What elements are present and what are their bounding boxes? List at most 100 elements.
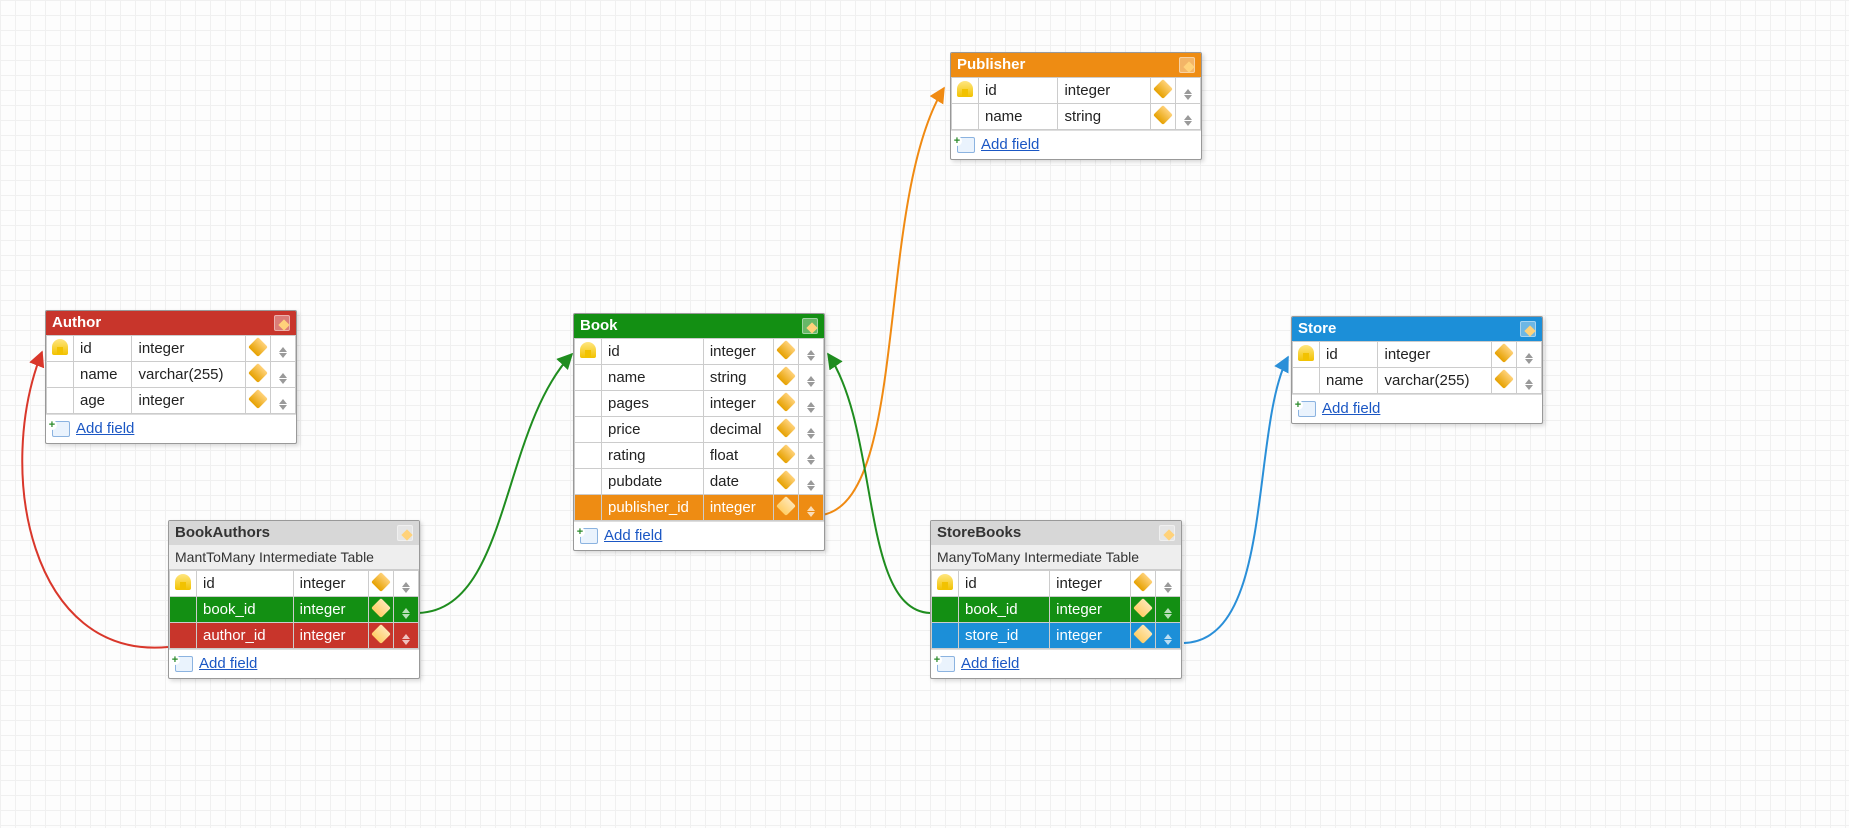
field-name: name (1320, 368, 1378, 394)
edit-table-button[interactable] (274, 315, 290, 331)
table-storebooks[interactable]: StoreBooksManyToMany Intermediate Tablei… (930, 520, 1182, 679)
field-reorder-handle[interactable] (799, 443, 824, 469)
table-book[interactable]: Bookidintegernamestringpagesintegerprice… (573, 313, 825, 551)
add-field-icon (937, 656, 955, 672)
table-store[interactable]: Storeidintegernamevarchar(255) Add field (1291, 316, 1543, 424)
field-row[interactable]: idinteger (170, 571, 419, 597)
field-edit-button[interactable] (1131, 623, 1156, 649)
add-field-icon (52, 421, 70, 437)
field-edit-button[interactable] (369, 623, 394, 649)
field-row[interactable]: ratingfloat (575, 443, 824, 469)
field-key-cell (575, 365, 602, 391)
add-field-link[interactable]: Add field (76, 420, 134, 437)
field-row[interactable]: pubdatedate (575, 469, 824, 495)
table-titlebar[interactable]: BookAuthors (169, 521, 419, 545)
field-row[interactable]: ageinteger (47, 388, 296, 414)
field-key-cell (170, 597, 197, 623)
table-titlebar[interactable]: Store (1292, 317, 1542, 341)
field-reorder-handle[interactable] (1176, 104, 1201, 130)
field-row[interactable]: book_idinteger (170, 597, 419, 623)
table-titlebar[interactable]: Book (574, 314, 824, 338)
field-row[interactable]: store_idinteger (932, 623, 1181, 649)
field-reorder-handle[interactable] (1517, 368, 1542, 394)
field-edit-button[interactable] (1131, 597, 1156, 623)
field-type: integer (132, 336, 246, 362)
table-publisher[interactable]: Publisheridintegernamestring Add field (950, 52, 1202, 160)
field-reorder-handle[interactable] (799, 339, 824, 365)
add-field-link[interactable]: Add field (981, 136, 1039, 153)
field-row[interactable]: idinteger (575, 339, 824, 365)
field-row[interactable]: idinteger (932, 571, 1181, 597)
pencil-icon (1133, 598, 1153, 618)
field-reorder-handle[interactable] (394, 571, 419, 597)
field-edit-button[interactable] (774, 495, 799, 521)
field-reorder-handle[interactable] (1156, 571, 1181, 597)
pencil-icon (1153, 105, 1173, 125)
field-reorder-handle[interactable] (799, 417, 824, 443)
add-field-link[interactable]: Add field (1322, 400, 1380, 417)
field-edit-button[interactable] (1492, 342, 1517, 368)
edit-table-button[interactable] (802, 318, 818, 334)
field-reorder-handle[interactable] (394, 623, 419, 649)
field-reorder-handle[interactable] (799, 391, 824, 417)
edit-table-button[interactable] (1179, 57, 1195, 73)
field-edit-button[interactable] (1492, 368, 1517, 394)
field-reorder-handle[interactable] (1156, 623, 1181, 649)
field-row[interactable]: idinteger (1293, 342, 1542, 368)
field-row[interactable]: idinteger (47, 336, 296, 362)
field-edit-button[interactable] (1131, 571, 1156, 597)
field-reorder-handle[interactable] (1517, 342, 1542, 368)
field-reorder-handle[interactable] (799, 469, 824, 495)
field-reorder-handle[interactable] (271, 362, 296, 388)
field-edit-button[interactable] (774, 443, 799, 469)
field-reorder-handle[interactable] (394, 597, 419, 623)
field-edit-button[interactable] (774, 469, 799, 495)
field-row[interactable]: namevarchar(255) (47, 362, 296, 388)
field-edit-button[interactable] (369, 597, 394, 623)
table-author[interactable]: Authoridintegernamevarchar(255)ageintege… (45, 310, 297, 444)
field-edit-button[interactable] (774, 417, 799, 443)
field-edit-button[interactable] (1151, 104, 1176, 130)
field-row[interactable]: author_idinteger (170, 623, 419, 649)
field-type: integer (703, 495, 773, 521)
field-row[interactable]: publisher_idinteger (575, 495, 824, 521)
erd-canvas[interactable]: { "add_field_label": "Add field", "color… (0, 0, 1849, 828)
add-field-link[interactable]: Add field (199, 655, 257, 672)
field-reorder-handle[interactable] (1176, 78, 1201, 104)
field-edit-button[interactable] (1151, 78, 1176, 104)
table-titlebar[interactable]: Author (46, 311, 296, 335)
field-row[interactable]: namestring (952, 104, 1201, 130)
field-edit-button[interactable] (369, 571, 394, 597)
field-edit-button[interactable] (774, 339, 799, 365)
field-row[interactable]: pagesinteger (575, 391, 824, 417)
edit-table-button[interactable] (397, 525, 413, 541)
field-reorder-handle[interactable] (799, 495, 824, 521)
table-titlebar[interactable]: StoreBooks (931, 521, 1181, 545)
field-reorder-handle[interactable] (1156, 597, 1181, 623)
field-reorder-handle[interactable] (799, 365, 824, 391)
sort-icon (1525, 379, 1533, 390)
field-type: integer (293, 623, 368, 649)
field-row[interactable]: namestring (575, 365, 824, 391)
field-edit-button[interactable] (774, 365, 799, 391)
sort-icon (807, 376, 815, 387)
field-reorder-handle[interactable] (271, 388, 296, 414)
edit-icon (1159, 525, 1175, 541)
field-row[interactable]: idinteger (952, 78, 1201, 104)
edit-table-button[interactable] (1520, 321, 1536, 337)
field-edit-button[interactable] (246, 336, 271, 362)
field-row[interactable]: book_idinteger (932, 597, 1181, 623)
field-key-cell (170, 623, 197, 649)
field-row[interactable]: namevarchar(255) (1293, 368, 1542, 394)
field-edit-button[interactable] (246, 388, 271, 414)
add-field-link[interactable]: Add field (961, 655, 1019, 672)
pencil-icon (776, 418, 796, 438)
table-titlebar[interactable]: Publisher (951, 53, 1201, 77)
field-edit-button[interactable] (774, 391, 799, 417)
table-bookauthors[interactable]: BookAuthorsMantToMany Intermediate Table… (168, 520, 420, 679)
edit-table-button[interactable] (1159, 525, 1175, 541)
field-row[interactable]: pricedecimal (575, 417, 824, 443)
field-edit-button[interactable] (246, 362, 271, 388)
field-reorder-handle[interactable] (271, 336, 296, 362)
add-field-link[interactable]: Add field (604, 527, 662, 544)
